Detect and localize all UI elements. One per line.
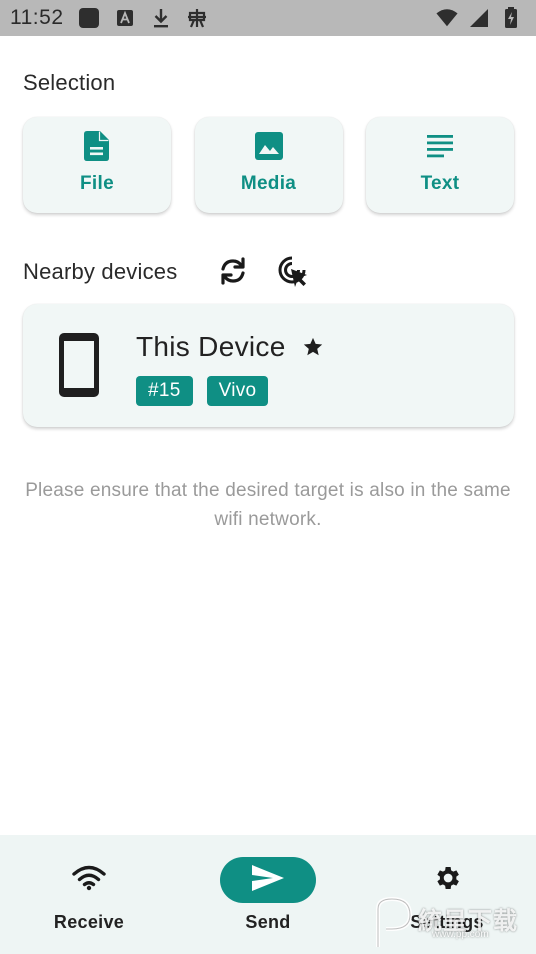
status-bar: 11:52 (0, 0, 536, 36)
refresh-button[interactable] (216, 256, 250, 290)
status-time: 11:52 (10, 6, 64, 29)
select-text-label: Text (420, 173, 460, 194)
device-chips: #15 Vivo (136, 376, 269, 406)
cursor-target-icon (276, 254, 310, 293)
manual-send-button[interactable] (276, 256, 310, 290)
image-icon (254, 131, 284, 161)
nav-receive[interactable]: Receive (0, 835, 178, 954)
phone-icon (57, 332, 101, 398)
selection-options: File Media Text (23, 117, 514, 213)
watermark: 統呈下载 www.pp.com (372, 895, 532, 951)
status-left: 11:52 (10, 6, 208, 30)
nav-receive-indicator (41, 857, 137, 903)
app-square-icon (78, 7, 100, 29)
battery-charging-icon (500, 7, 522, 29)
refresh-icon (217, 256, 249, 291)
watermark-logo-icon (376, 896, 413, 947)
bug-icon (186, 7, 208, 29)
cell-signal-icon (468, 7, 490, 29)
select-file-button[interactable]: File (23, 117, 171, 213)
screen: 11:52 Selection File Media Text Nearby d… (0, 0, 536, 954)
gear-icon (432, 863, 462, 898)
select-file-label: File (80, 173, 114, 194)
nearby-devices-title: Nearby devices (23, 259, 178, 284)
device-model-chip: Vivo (206, 376, 269, 406)
download-icon (150, 7, 172, 29)
selection-title: Selection (23, 70, 116, 95)
select-text-button[interactable]: Text (366, 117, 514, 213)
network-hint: Please ensure that the desired target is… (25, 480, 511, 530)
file-icon (82, 131, 112, 161)
nav-send-label: Send (245, 912, 291, 932)
device-id-chip: #15 (136, 376, 193, 406)
watermark-url: www.pp.com (432, 929, 489, 940)
wifi-icon (436, 7, 458, 29)
nav-send-indicator (220, 857, 316, 903)
status-right (436, 7, 522, 29)
send-icon (251, 864, 285, 897)
device-card-this-device[interactable]: This Device #15 Vivo (23, 304, 514, 427)
text-lines-icon (425, 131, 455, 161)
font-a-icon (114, 7, 136, 29)
star-icon (302, 336, 324, 358)
select-media-label: Media (240, 173, 297, 194)
select-media-button[interactable]: Media (194, 117, 343, 213)
nav-receive-label: Receive (53, 912, 125, 932)
device-name: This Device (136, 331, 286, 362)
wifi-icon (72, 865, 106, 896)
nav-send[interactable]: Send (179, 835, 357, 954)
